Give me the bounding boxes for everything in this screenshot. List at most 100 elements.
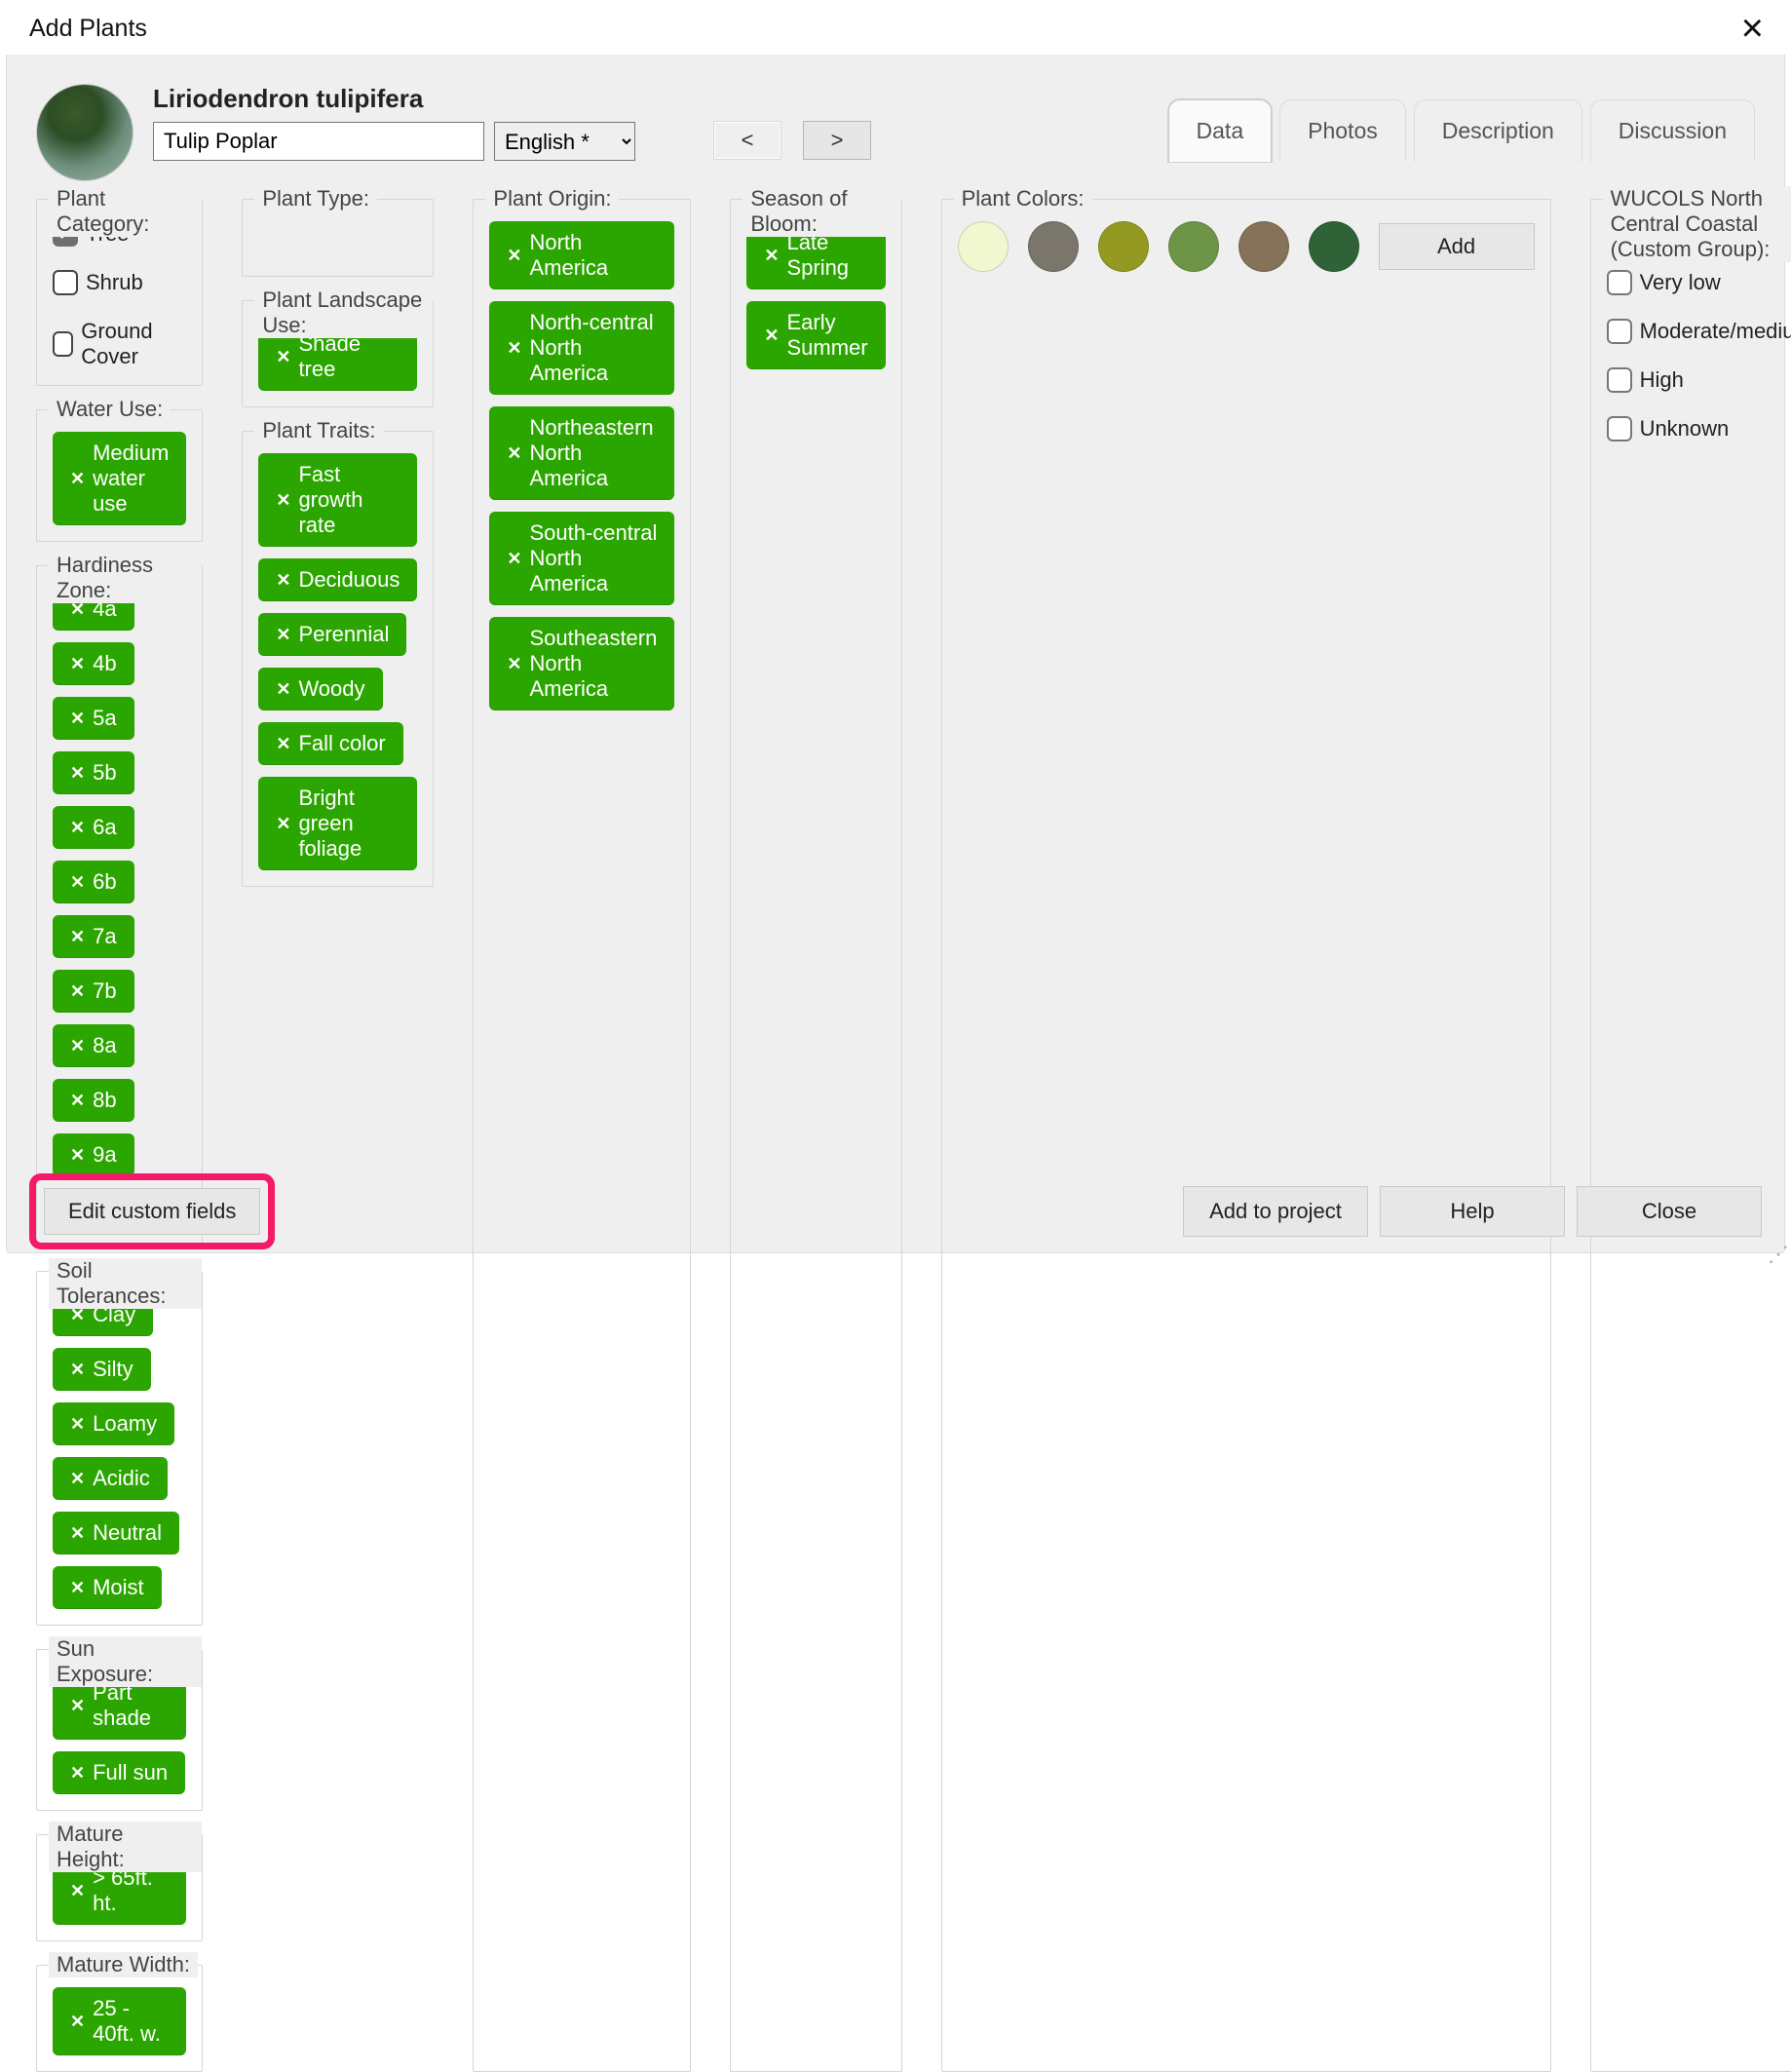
tag[interactable]: ✕ Bright green foliage bbox=[258, 777, 417, 870]
tab-discussion[interactable]: Discussion bbox=[1590, 99, 1755, 162]
remove-tag-icon[interactable]: ✕ bbox=[276, 734, 290, 754]
water-use-tags: ✕Medium water use bbox=[53, 432, 186, 525]
tag[interactable]: ✕8a bbox=[53, 1024, 134, 1067]
tag-label: Bright green foliage bbox=[298, 786, 400, 862]
tag[interactable]: ✕North-central North America bbox=[489, 301, 674, 395]
tag[interactable]: ✕Medium water use bbox=[53, 432, 186, 525]
tag[interactable]: ✕Woody bbox=[258, 668, 382, 710]
remove-tag-icon[interactable]: ✕ bbox=[70, 1145, 85, 1166]
add-color-button[interactable]: Add bbox=[1379, 223, 1535, 270]
remove-tag-icon[interactable]: ✕ bbox=[70, 763, 85, 784]
color-swatch[interactable] bbox=[1238, 221, 1289, 272]
remove-tag-icon[interactable]: ✕ bbox=[70, 872, 85, 893]
tag[interactable]: ✕6a bbox=[53, 806, 134, 849]
tag[interactable]: ✕Southeastern North America bbox=[489, 617, 674, 710]
close-button[interactable]: Close bbox=[1577, 1186, 1762, 1237]
tag[interactable]: ✕Early Summer bbox=[746, 301, 885, 369]
add-to-project-button[interactable]: Add to project bbox=[1183, 1186, 1368, 1237]
tag-label: Full sun bbox=[93, 1760, 168, 1785]
remove-tag-icon[interactable]: ✕ bbox=[507, 246, 521, 266]
checkbox-icon bbox=[53, 331, 73, 357]
category-ground-cover-checkbox[interactable]: Ground Cover bbox=[53, 319, 186, 369]
edit-custom-fields-button[interactable]: Edit custom fields bbox=[44, 1188, 260, 1235]
remove-tag-icon[interactable]: ✕ bbox=[507, 338, 521, 359]
remove-tag-icon[interactable]: ✕ bbox=[276, 625, 290, 645]
remove-tag-icon[interactable]: ✕ bbox=[507, 549, 521, 569]
plant-photo-avatar[interactable] bbox=[36, 84, 133, 181]
remove-tag-icon[interactable]: ✕ bbox=[70, 1881, 85, 1901]
remove-tag-icon[interactable]: ✕ bbox=[70, 654, 85, 674]
remove-tag-icon[interactable]: ✕ bbox=[70, 818, 85, 838]
remove-tag-icon[interactable]: ✕ bbox=[507, 443, 521, 464]
tag[interactable]: ✕Neutral bbox=[53, 1512, 179, 1554]
category-shrub-checkbox[interactable]: Shrub bbox=[53, 270, 143, 295]
remove-tag-icon[interactable]: ✕ bbox=[70, 709, 85, 729]
tag[interactable]: ✕5a bbox=[53, 697, 134, 740]
tag[interactable]: ✕Fall color bbox=[258, 722, 402, 765]
remove-tag-icon[interactable]: ✕ bbox=[764, 246, 779, 266]
color-swatch[interactable] bbox=[958, 221, 1009, 272]
language-select[interactable]: English * bbox=[494, 122, 635, 161]
tag[interactable]: ✕Silty bbox=[53, 1348, 151, 1391]
color-swatch[interactable] bbox=[1309, 221, 1359, 272]
remove-tag-icon[interactable]: ✕ bbox=[70, 1578, 85, 1598]
help-button[interactable]: Help bbox=[1380, 1186, 1565, 1237]
tag[interactable]: ✕6b bbox=[53, 861, 134, 903]
common-name-input[interactable] bbox=[153, 122, 484, 161]
tag[interactable]: ✕Northeastern North America bbox=[489, 406, 674, 500]
remove-tag-icon[interactable]: ✕ bbox=[276, 490, 290, 511]
remove-tag-icon[interactable]: ✕ bbox=[70, 1414, 85, 1435]
tab-photos[interactable]: Photos bbox=[1279, 99, 1406, 162]
remove-tag-icon[interactable]: ✕ bbox=[70, 1469, 85, 1489]
remove-tag-icon[interactable]: ✕ bbox=[507, 654, 521, 674]
tag[interactable]: ✕5b bbox=[53, 751, 134, 794]
tag[interactable]: ✕ 25 - 40ft. w. bbox=[53, 1987, 186, 2055]
wucols-very-low-checkbox[interactable]: Very low bbox=[1607, 270, 1721, 295]
next-button[interactable]: > bbox=[803, 121, 871, 160]
tag[interactable]: ✕Fast growth rate bbox=[258, 453, 417, 547]
tab-description[interactable]: Description bbox=[1414, 99, 1582, 162]
remove-tag-icon[interactable]: ✕ bbox=[70, 1360, 85, 1380]
tab-data[interactable]: Data bbox=[1168, 99, 1273, 162]
tag[interactable]: ✕Acidic bbox=[53, 1457, 168, 1500]
tag[interactable]: ✕9a bbox=[53, 1133, 134, 1176]
tag[interactable]: ✕4b bbox=[53, 642, 134, 685]
tag[interactable]: ✕South-central North America bbox=[489, 512, 674, 605]
remove-tag-icon[interactable]: ✕ bbox=[70, 1523, 85, 1544]
color-swatch[interactable] bbox=[1098, 221, 1149, 272]
remove-tag-icon[interactable]: ✕ bbox=[276, 814, 290, 834]
tag-label: 25 - 40ft. w. bbox=[93, 1996, 169, 2047]
tag[interactable]: ✕ Moist bbox=[53, 1566, 162, 1609]
tag[interactable]: ✕Perennial bbox=[258, 613, 406, 656]
wucols-moderate-checkbox[interactable]: Moderate/medium bbox=[1607, 319, 1791, 344]
remove-tag-icon[interactable]: ✕ bbox=[764, 326, 779, 346]
tag[interactable]: ✕Loamy bbox=[53, 1402, 174, 1445]
tag[interactable]: ✕7b bbox=[53, 970, 134, 1013]
remove-tag-icon[interactable]: ✕ bbox=[276, 679, 290, 700]
remove-tag-icon[interactable]: ✕ bbox=[70, 981, 85, 1002]
checkbox-label: High bbox=[1640, 367, 1684, 393]
resize-grip-icon[interactable]: ⋰ bbox=[1768, 1242, 1785, 1267]
prev-button[interactable]: < bbox=[713, 121, 781, 160]
tag-label: 7a bbox=[93, 924, 116, 949]
remove-tag-icon[interactable]: ✕ bbox=[276, 347, 290, 367]
remove-tag-icon[interactable]: ✕ bbox=[70, 1763, 85, 1784]
tag[interactable]: ✕8b bbox=[53, 1079, 134, 1122]
wucols-high-checkbox[interactable]: High bbox=[1607, 367, 1684, 393]
color-swatch[interactable] bbox=[1168, 221, 1219, 272]
tag[interactable]: ✕ Full sun bbox=[53, 1751, 185, 1794]
tag[interactable]: ✕North America bbox=[489, 221, 674, 289]
remove-tag-icon[interactable]: ✕ bbox=[70, 1036, 85, 1056]
tag[interactable]: ✕Deciduous bbox=[258, 558, 417, 601]
remove-tag-icon[interactable]: ✕ bbox=[70, 1696, 85, 1716]
remove-tag-icon[interactable]: ✕ bbox=[70, 927, 85, 947]
remove-tag-icon[interactable]: ✕ bbox=[70, 469, 85, 489]
remove-tag-icon[interactable]: ✕ bbox=[70, 1091, 85, 1111]
tag-label: Moist bbox=[93, 1575, 144, 1600]
color-swatch[interactable] bbox=[1028, 221, 1079, 272]
remove-tag-icon[interactable]: ✕ bbox=[276, 570, 290, 591]
wucols-unknown-checkbox[interactable]: Unknown bbox=[1607, 416, 1730, 441]
close-icon[interactable]: × bbox=[1735, 9, 1770, 48]
remove-tag-icon[interactable]: ✕ bbox=[70, 2012, 85, 2032]
tag[interactable]: ✕ 7a bbox=[53, 915, 134, 958]
